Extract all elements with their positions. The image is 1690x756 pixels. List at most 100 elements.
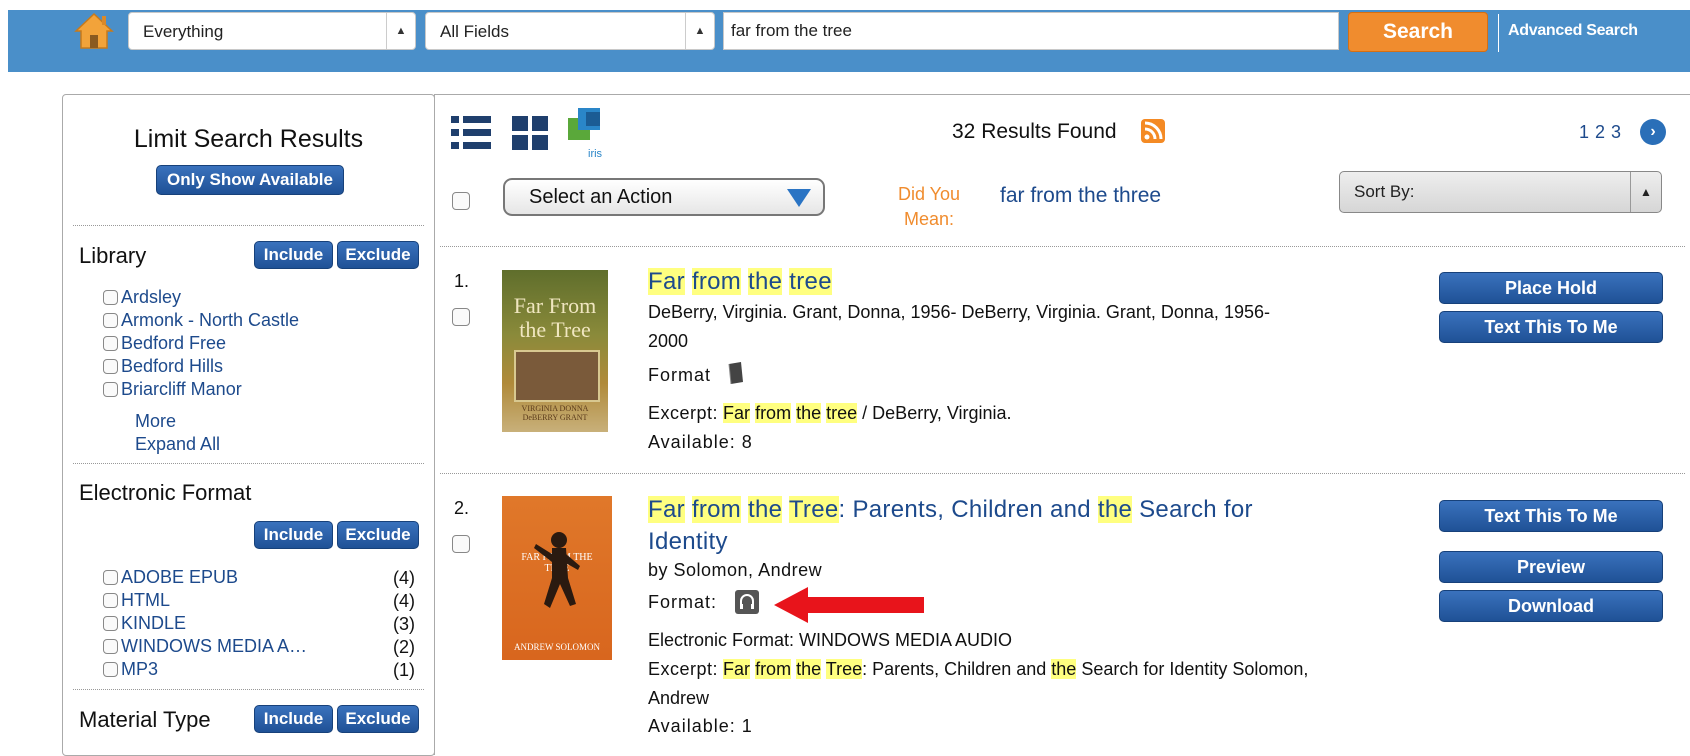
result-title-link[interactable]: Far from the tree — [648, 268, 832, 296]
result-title-link[interactable]: Far from the Tree: Parents, Children and… — [648, 496, 1253, 524]
grid-view-icon[interactable] — [512, 114, 548, 152]
home-icon[interactable] — [74, 12, 114, 50]
scope-select[interactable]: Everything ▲ — [128, 12, 416, 50]
facet-label: Ardsley — [121, 287, 182, 307]
title-word: the — [1097, 496, 1133, 523]
facet-count: (1) — [393, 660, 415, 680]
select-arrows-icon: ▲ — [386, 13, 415, 49]
more-link[interactable]: More — [135, 411, 176, 432]
divider — [73, 689, 424, 690]
only-available-button[interactable]: Only Show Available — [156, 165, 344, 195]
download-button[interactable]: Download — [1439, 590, 1663, 622]
facet-count: (4) — [393, 591, 415, 611]
select-all-checkbox[interactable] — [452, 192, 470, 210]
page-link[interactable]: 3 — [1611, 122, 1621, 142]
format-item-epub[interactable]: ADOBE EPUB — [103, 567, 238, 588]
format-include-button[interactable]: Include — [254, 521, 333, 549]
text-this-to-me-button[interactable]: Text This To Me — [1439, 500, 1663, 532]
facet-label: Briarcliff Manor — [121, 379, 242, 399]
page-link[interactable]: 2 — [1595, 122, 1605, 142]
results-count: 32 Results Found — [952, 120, 1117, 143]
cover-author: ANDREW SOLOMON — [513, 642, 601, 652]
facet-count: (2) — [393, 637, 415, 657]
library-item-briarcliff[interactable]: Briarcliff Manor — [103, 379, 242, 400]
checkbox[interactable] — [103, 616, 118, 631]
checkbox[interactable] — [103, 593, 118, 608]
material-exclude-button[interactable]: Exclude — [337, 705, 419, 733]
library-item-armonk[interactable]: Armonk - North Castle — [103, 310, 299, 331]
format-item-html[interactable]: HTML — [103, 590, 170, 611]
list-view-icon[interactable] — [451, 114, 491, 152]
checkbox[interactable] — [103, 359, 118, 374]
suggestion-link[interactable]: far from the three — [1000, 184, 1161, 208]
result-format: Format — [648, 361, 745, 386]
result-year: 2000 — [648, 331, 689, 351]
title-text: : Parents, Children and — [838, 496, 1091, 523]
result-title-line2[interactable]: Identity — [648, 528, 728, 556]
page-link[interactable]: 1 — [1579, 122, 1589, 142]
excerpt-word: the — [796, 403, 822, 423]
format-item-kindle[interactable]: KINDLE — [103, 613, 186, 634]
excerpt-label: Excerpt: — [648, 659, 719, 679]
facet-label: Bedford Free — [121, 333, 227, 353]
text-this-to-me-button[interactable]: Text This To Me — [1439, 311, 1663, 343]
format-label: Format: — [648, 592, 718, 612]
checkbox[interactable] — [103, 662, 118, 677]
divider — [440, 473, 1685, 474]
facet-label: Armonk - North Castle — [121, 310, 300, 330]
facet-label: MP3 — [121, 659, 159, 679]
title-word: Tree — [788, 496, 839, 523]
result-availability: Available: 8 — [648, 432, 753, 452]
excerpt-word: Tree — [825, 659, 863, 679]
rss-icon[interactable] — [1141, 119, 1165, 143]
library-item-bedford-free[interactable]: Bedford Free — [103, 333, 226, 354]
iris-icon[interactable] — [568, 106, 610, 146]
search-input[interactable]: far from the tree — [723, 12, 1339, 50]
sort-select[interactable]: Sort By: ▲ — [1339, 171, 1662, 213]
place-hold-button[interactable]: Place Hold — [1439, 272, 1663, 304]
format-item-mp3[interactable]: MP3 — [103, 659, 158, 680]
advanced-search-link[interactable]: Advanced Search — [1508, 22, 1638, 40]
cover-authors: VIRGINIA DONNA DeBERRY GRANT — [521, 404, 589, 422]
material-type-heading: Material Type — [79, 707, 211, 732]
result-checkbox[interactable] — [452, 308, 470, 326]
checkbox[interactable] — [103, 639, 118, 654]
sort-value: Sort By: — [1354, 182, 1415, 201]
divider — [440, 246, 1685, 247]
red-arrow-icon — [774, 587, 924, 623]
material-include-button[interactable]: Include — [254, 705, 333, 733]
facet-count: (3) — [393, 614, 415, 634]
format-exclude-button[interactable]: Exclude — [337, 521, 419, 549]
checkbox[interactable] — [103, 290, 118, 305]
field-select[interactable]: All Fields ▲ — [425, 12, 715, 50]
audiobook-icon — [735, 590, 760, 614]
title-word: the — [748, 496, 783, 523]
search-button[interactable]: Search — [1348, 12, 1488, 52]
title-text: Search for — [1139, 496, 1253, 523]
action-select-value: Select an Action — [529, 186, 673, 208]
library-include-button[interactable]: Include — [254, 241, 333, 269]
excerpt-word: from — [755, 659, 792, 679]
facet-label: Bedford Hills — [121, 356, 224, 376]
result-excerpt: Excerpt: Far from the tree / DeBerry, Vi… — [648, 403, 1012, 424]
title-word: Far — [648, 268, 685, 295]
dropdown-arrow-icon — [787, 189, 811, 207]
checkbox[interactable] — [103, 570, 118, 585]
library-item-bedford-hills[interactable]: Bedford Hills — [103, 356, 223, 377]
book-cover-image[interactable]: Far From the Tree VIRGINIA DONNA DeBERRY… — [502, 270, 608, 432]
result-byline: by Solomon, Andrew — [648, 560, 823, 580]
preview-button[interactable]: Preview — [1439, 551, 1663, 583]
next-page-icon[interactable]: › — [1640, 119, 1666, 145]
expand-all-link[interactable]: Expand All — [135, 434, 220, 455]
result-electronic-format: Electronic Format: WINDOWS MEDIA AUDIO — [648, 630, 1013, 650]
library-exclude-button[interactable]: Exclude — [337, 241, 419, 269]
checkbox[interactable] — [103, 336, 118, 351]
excerpt-word: Far — [723, 403, 751, 423]
library-item-ardsley[interactable]: Ardsley — [103, 287, 181, 308]
format-item-wma[interactable]: WINDOWS MEDIA A… — [103, 636, 307, 657]
book-cover-image[interactable]: FAR FROM THE TREE ANDREW SOLOMON — [502, 496, 612, 660]
checkbox[interactable] — [103, 313, 118, 328]
result-checkbox[interactable] — [452, 535, 470, 553]
checkbox[interactable] — [103, 382, 118, 397]
action-select[interactable]: Select an Action — [503, 178, 825, 216]
